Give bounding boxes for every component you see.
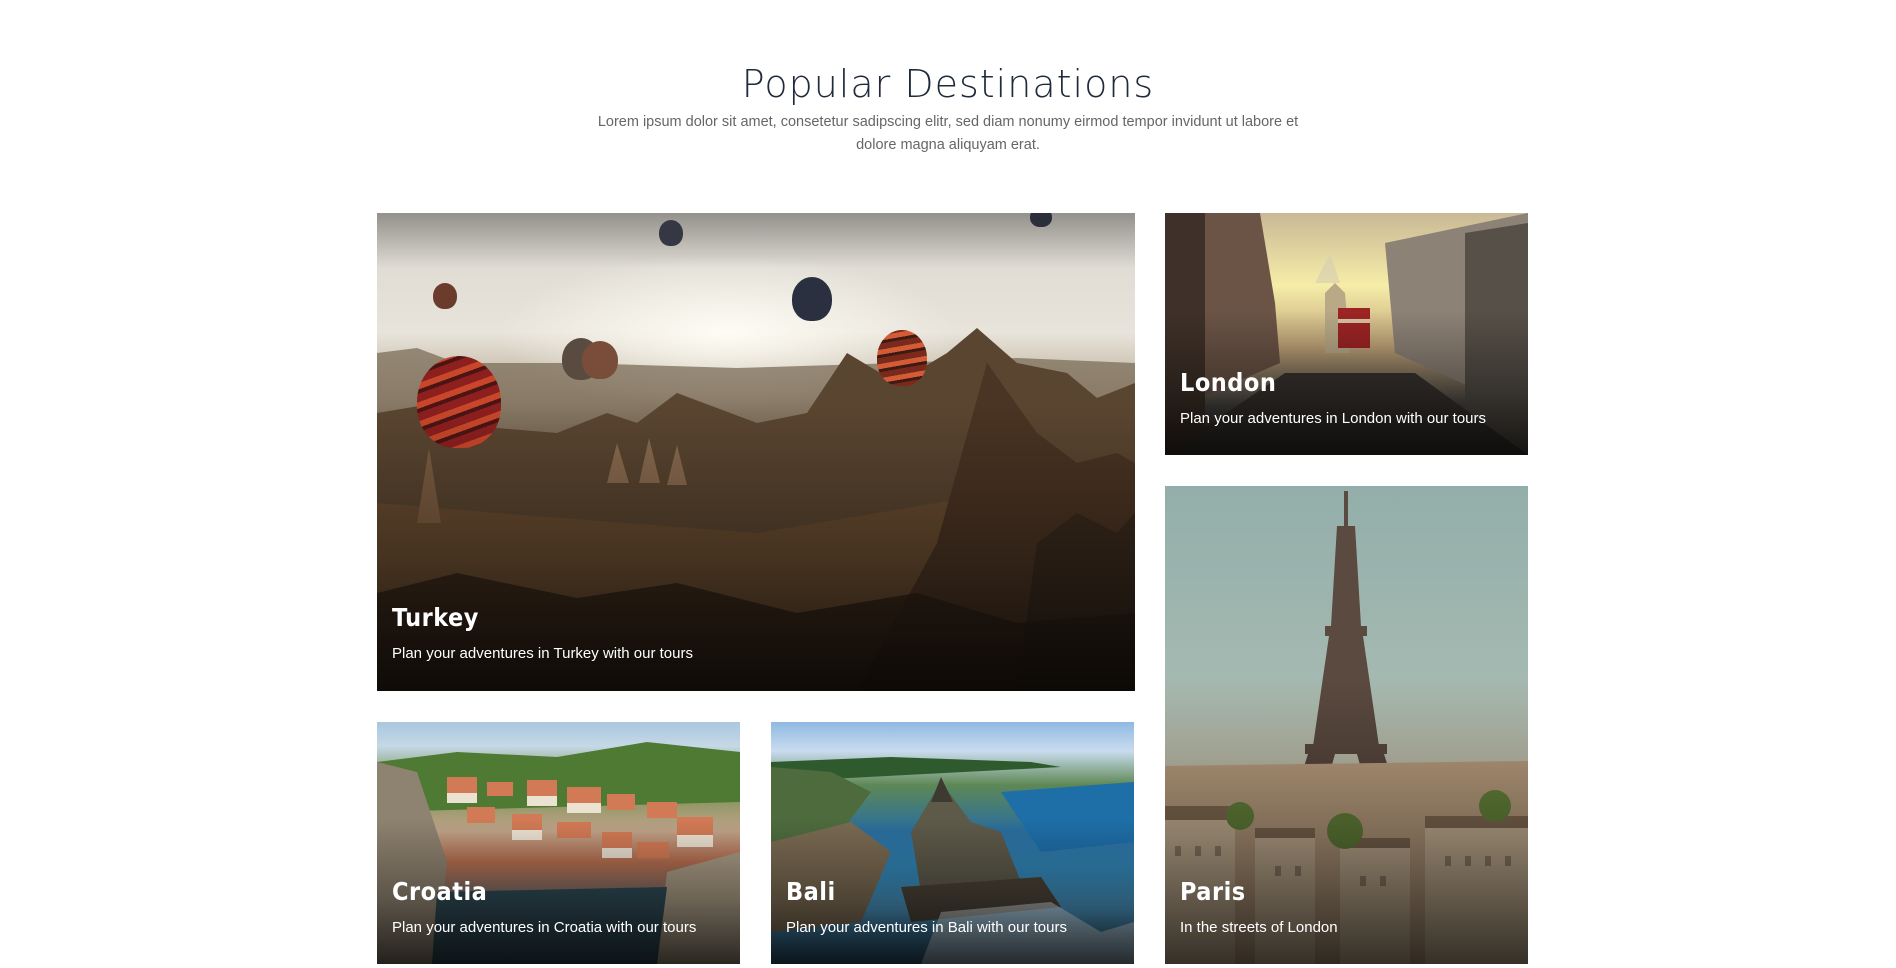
destination-card-bali[interactable]: Bali Plan your adventures in Bali with o… (771, 722, 1134, 964)
destination-description: Plan your adventures in Bali with our to… (786, 919, 1067, 936)
destination-description: Plan your adventures in Croatia with our… (392, 919, 697, 936)
destination-card-paris[interactable]: Paris In the streets of London (1165, 486, 1528, 964)
section-title: Popular Destinations (741, 61, 1155, 106)
destination-name: Turkey (392, 603, 479, 632)
destination-name: Paris (1180, 877, 1246, 906)
destination-card-croatia[interactable]: Croatia Plan your adventures in Croatia … (377, 722, 740, 964)
destination-name: London (1180, 368, 1277, 397)
destination-name: Croatia (392, 877, 488, 906)
destination-description: In the streets of London (1180, 919, 1338, 936)
destination-card-london[interactable]: London Plan your adventures in London wi… (1165, 213, 1528, 455)
destination-card-turkey[interactable]: Turkey Plan your adventures in Turkey wi… (377, 213, 1135, 691)
destination-name: Bali (786, 877, 836, 906)
destination-description: Plan your adventures in London with our … (1180, 410, 1487, 427)
section-subtitle: Lorem ipsum dolor sit amet, consetetur s… (597, 113, 1299, 153)
destination-description: Plan your adventures in Turkey with our … (392, 645, 693, 662)
